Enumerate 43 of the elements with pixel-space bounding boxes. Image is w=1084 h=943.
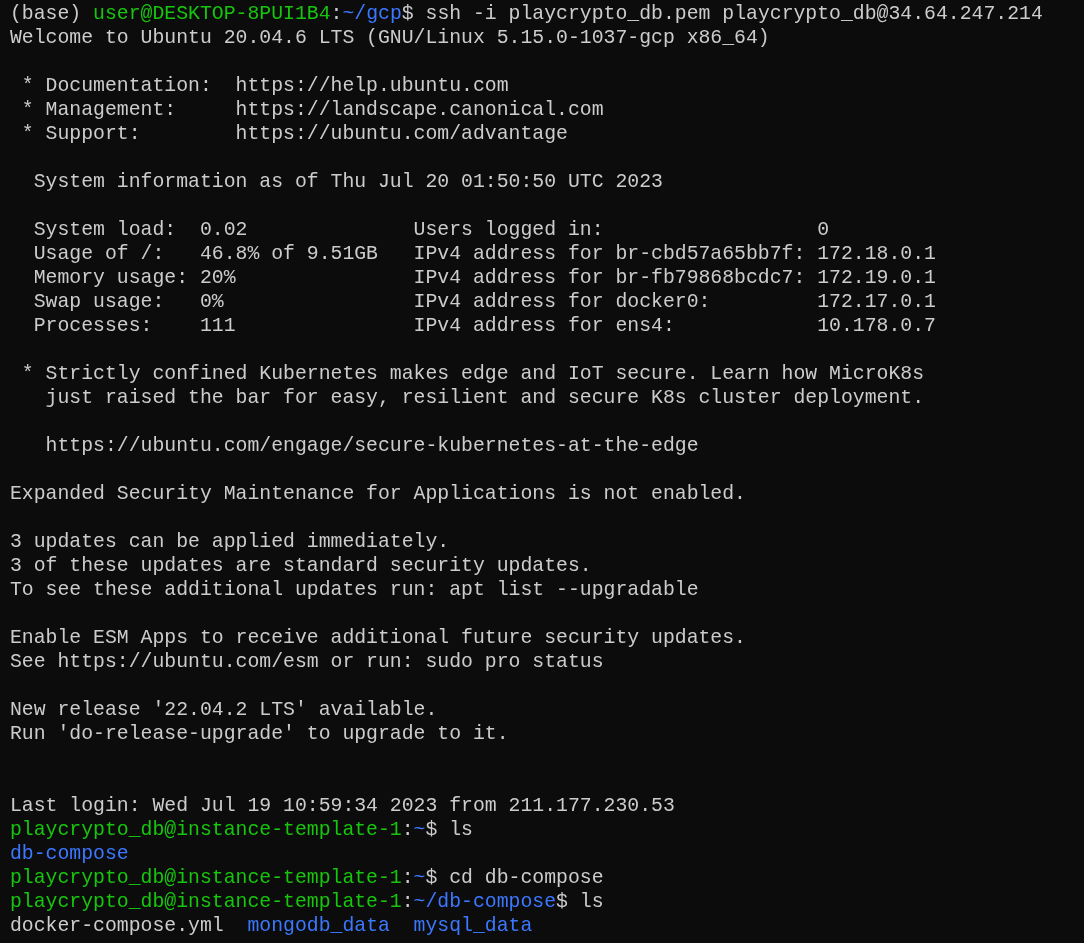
command-text: $ ls <box>556 891 604 913</box>
command-text: $ ssh -i playcrypto_db.pem playcrypto_db@34.64.247.214 <box>401 3 1043 25</box>
prompt-user: user@DESKTOP-8PUI1B4 <box>93 3 331 25</box>
terminal-output: Enable ESM Apps to receive additional future security updates. <box>10 627 746 649</box>
terminal-output: To see these additional updates run: apt list --upgradable <box>10 579 699 601</box>
terminal-output: Expanded Security Maintenance for Applications is not enabled. <box>10 483 746 505</box>
terminal-output: * Support: https://ubuntu.com/advantage <box>20 123 568 145</box>
terminal-output: 3 updates can be applied immediately. <box>10 531 450 553</box>
terminal-output: System information as of Thu Jul 20 01:50:50 UTC 2023 <box>32 171 663 193</box>
prompt-colon: : <box>401 867 414 889</box>
command-text: $ cd db-compose <box>425 867 604 889</box>
terminal-output: Memory usage: 20% IPv4 address for br-fb79868bcdc7: 172.19.0.1 <box>32 267 936 289</box>
terminal-output: * Management: https://landscape.canonical.com <box>20 99 604 121</box>
terminal-output: Swap usage: 0% IPv4 address for docker0: 172.17.0.1 <box>32 291 936 313</box>
terminal-output: New release '22.04.2 LTS' available. <box>10 699 438 721</box>
terminal-output: * Strictly confined Kubernetes makes edge and IoT secure. Learn how MicroK8s <box>20 363 925 385</box>
environment-label: (base) <box>10 3 83 25</box>
terminal-output: System load: 0.02 Users logged in: 0 <box>32 219 830 241</box>
terminal-output: 3 of these updates are standard security updates. <box>10 555 592 577</box>
prompt-colon: : <box>401 891 414 913</box>
file-name: docker-compose.yml <box>10 914 224 938</box>
directory-name: db-compose <box>10 842 129 866</box>
prompt-path: ~ <box>413 819 426 841</box>
terminal-output: Usage of /: 46.8% of 9.51GB IPv4 address for br-cbd57a65bb7f: 172.18.0.1 <box>32 243 936 265</box>
prompt-path: ~/gcp <box>342 3 402 25</box>
command-text: $ ls <box>425 819 473 841</box>
prompt-user: playcrypto_db@instance-template-1 <box>10 867 402 889</box>
prompt-colon: : <box>401 819 414 841</box>
terminal-output: * Documentation: https://help.ubuntu.com <box>20 75 509 97</box>
directory-name: mongodb_data <box>247 914 390 938</box>
prompt-path: ~ <box>413 867 426 889</box>
terminal-output: Processes: 111 IPv4 address for ens4: 10.178.0.7 <box>32 315 936 337</box>
terminal-output: Welcome to Ubuntu 20.04.6 LTS (GNU/Linux 5.15.0-1037-gcp x86_64) <box>10 27 770 49</box>
prompt-colon: : <box>330 3 343 25</box>
prompt-path: ~/db-compose <box>413 891 557 913</box>
terminal-output: Last login: Wed Jul 19 10:59:34 2023 from 211.177.230.53 <box>10 795 675 817</box>
terminal-output: just raised the bar for easy, resilient and secure K8s cluster deployment. <box>44 387 925 409</box>
terminal-output: https://ubuntu.com/engage/secure-kubernetes-at-the-edge <box>44 435 699 457</box>
terminal-output: Run 'do-release-upgrade' to upgrade to it. <box>10 723 509 745</box>
prompt-user: playcrypto_db@instance-template-1 <box>10 819 402 841</box>
prompt-user: playcrypto_db@instance-template-1 <box>10 891 402 913</box>
directory-name: mysql_data <box>413 914 533 938</box>
terminal-output: See https://ubuntu.com/esm or run: sudo pro status <box>10 651 604 673</box>
